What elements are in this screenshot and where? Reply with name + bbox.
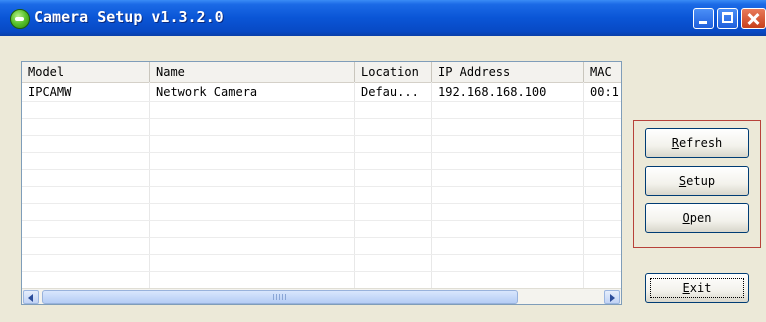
grid-line xyxy=(431,82,432,288)
grid-line xyxy=(583,82,584,288)
grid-line xyxy=(22,220,621,221)
grid-line xyxy=(22,203,621,204)
setup-button[interactable]: Setup xyxy=(645,166,749,196)
button-label: xit xyxy=(689,281,712,295)
button-label: efresh xyxy=(678,136,723,150)
cell-model: IPCAMW xyxy=(28,85,72,99)
grid-line xyxy=(22,186,621,187)
app-window: Camera Setup v1.3.2.0 Model Name Locatio… xyxy=(0,0,766,322)
scroll-left-button[interactable] xyxy=(23,290,39,304)
grid-line xyxy=(149,82,150,288)
column-header-model[interactable]: Model xyxy=(22,62,150,82)
list-header: Model Name Location IP Address MAC xyxy=(22,62,621,83)
exit-button[interactable]: Exit xyxy=(645,273,749,303)
column-header-ip-address[interactable]: IP Address xyxy=(432,62,584,82)
grid-line xyxy=(22,152,621,153)
scroll-right-button[interactable] xyxy=(604,290,620,304)
grid-line xyxy=(22,254,621,255)
table-row[interactable]: IPCAMW Network Camera Defau... 192.168.1… xyxy=(22,84,621,101)
grid-line xyxy=(354,82,355,288)
column-header-mac[interactable]: MAC xyxy=(584,62,621,82)
maximize-button[interactable] xyxy=(717,8,738,29)
window-title: Camera Setup v1.3.2.0 xyxy=(34,8,224,26)
hotkey-letter: E xyxy=(682,281,690,295)
grid-line xyxy=(22,237,621,238)
column-header-location[interactable]: Location xyxy=(355,62,432,82)
cell-name: Network Camera xyxy=(156,85,258,99)
camera-list[interactable]: Model Name Location IP Address MAC IPCAM… xyxy=(21,61,622,305)
scroll-thumb[interactable] xyxy=(42,290,518,304)
title-bar[interactable]: Camera Setup v1.3.2.0 xyxy=(0,0,766,36)
grid-line xyxy=(22,101,621,102)
chevron-right-icon xyxy=(610,294,615,302)
grid-line xyxy=(22,271,621,272)
hotkey-letter: R xyxy=(671,136,679,150)
button-label: pen xyxy=(689,211,712,225)
chevron-left-icon xyxy=(28,294,33,302)
cell-location: Defau... xyxy=(361,85,419,99)
button-label: etup xyxy=(686,174,716,188)
refresh-button[interactable]: Refresh xyxy=(645,128,749,158)
horizontal-scrollbar[interactable] xyxy=(22,288,621,304)
minimize-button[interactable] xyxy=(693,8,714,29)
close-button[interactable] xyxy=(741,8,766,29)
column-header-name[interactable]: Name xyxy=(150,62,355,82)
cell-ip-address: 192.168.168.100 xyxy=(438,85,547,99)
grid-line xyxy=(22,169,621,170)
grid-line xyxy=(22,135,621,136)
cell-mac: 00:1 xyxy=(590,85,619,99)
grip-icon xyxy=(273,294,287,300)
camera-app-icon[interactable] xyxy=(10,9,30,29)
grid-line xyxy=(22,118,621,119)
hotkey-letter: O xyxy=(682,211,690,225)
open-button[interactable]: Open xyxy=(645,203,749,233)
